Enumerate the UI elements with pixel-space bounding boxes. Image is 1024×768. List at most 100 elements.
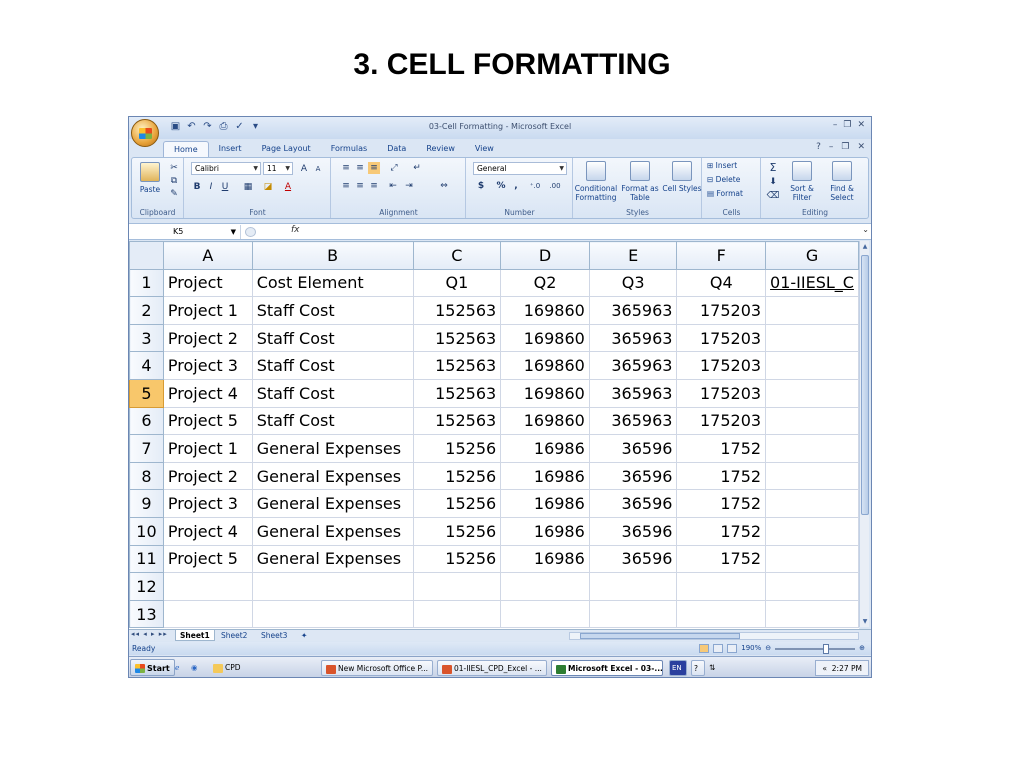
restore-icon[interactable]: ❐ (843, 120, 851, 130)
ie-icon[interactable]: ℯ (175, 660, 189, 676)
column-header[interactable]: C (412, 241, 502, 270)
find-select-icon[interactable] (832, 161, 852, 181)
cell[interactable]: 15256 (412, 544, 502, 574)
decrease-indent-icon[interactable]: ⇤ (386, 180, 400, 192)
cell[interactable]: Project 2 (162, 461, 253, 491)
grow-font-icon[interactable]: A (297, 162, 311, 175)
cell[interactable]: 169860 (500, 323, 590, 353)
cell[interactable]: 36596 (588, 489, 678, 518)
cell[interactable] (765, 406, 859, 436)
cell[interactable]: Staff Cost (251, 351, 414, 380)
merge-center-icon[interactable]: ⇔ (436, 180, 452, 192)
clear-icon[interactable]: ⌫ (766, 190, 780, 202)
cell[interactable]: General Expenses (251, 461, 414, 491)
undo-icon[interactable]: ↶ (185, 120, 198, 133)
cell[interactable] (765, 378, 859, 408)
cell[interactable]: Q3 (588, 268, 678, 298)
bold-button[interactable]: B (191, 180, 203, 193)
cell-styles-icon[interactable] (672, 161, 692, 181)
percent-button[interactable]: % (495, 180, 507, 192)
cell[interactable]: Project 5 (162, 406, 253, 436)
row-header[interactable]: 3 (129, 323, 164, 353)
zoom-level[interactable]: 190% (741, 642, 761, 655)
column-header[interactable]: B (251, 241, 414, 270)
increase-decimal-icon[interactable]: ⁺.0 (527, 180, 543, 192)
row-header[interactable]: 1 (129, 268, 164, 298)
zoom-in-icon[interactable]: ⊕ (859, 642, 865, 655)
cell[interactable]: 169860 (500, 406, 590, 436)
cell[interactable]: 152563 (412, 296, 502, 325)
cell[interactable]: 175203 (676, 296, 767, 325)
format-as-table-button[interactable]: Format as Table (618, 184, 662, 202)
align-middle-icon[interactable]: ≡ (354, 162, 366, 174)
orientation-icon[interactable]: ⤢ (386, 162, 402, 174)
close-icon[interactable]: ✕ (857, 120, 865, 130)
cell[interactable]: Project (162, 268, 253, 298)
format-as-table-icon[interactable] (630, 161, 650, 181)
cell[interactable] (162, 572, 253, 601)
start-button[interactable]: Start (130, 659, 175, 676)
row-header[interactable]: 12 (129, 572, 164, 601)
cell[interactable]: 1752 (676, 544, 767, 574)
tab-page-layout[interactable]: Page Layout (252, 141, 321, 157)
cell[interactable] (765, 351, 859, 380)
row-header[interactable]: 8 (129, 461, 164, 491)
tray-expand-icon[interactable]: « (822, 664, 827, 673)
cell[interactable] (251, 599, 414, 629)
print-preview-icon[interactable]: ⎙ (217, 120, 230, 133)
cell[interactable]: 365963 (588, 296, 678, 325)
sheet-tab-sheet2[interactable]: Sheet2 (217, 630, 251, 641)
cell[interactable] (588, 572, 678, 601)
paste-icon[interactable] (140, 162, 160, 182)
cell[interactable] (765, 323, 859, 353)
cell[interactable]: 15256 (412, 516, 502, 546)
cell[interactable]: 1752 (676, 461, 767, 491)
borders-icon[interactable]: ▦ (241, 180, 255, 193)
office-button[interactable] (131, 119, 159, 147)
column-header[interactable]: D (500, 241, 590, 270)
column-header[interactable]: F (676, 241, 767, 270)
scroll-up-icon[interactable]: ▲ (860, 243, 870, 250)
horizontal-scrollbar[interactable] (569, 632, 859, 640)
cell[interactable] (676, 599, 767, 629)
cell[interactable]: 15256 (412, 461, 502, 491)
zoom-slider-knob[interactable] (823, 643, 830, 654)
row-header[interactable]: 2 (129, 296, 164, 325)
taskbar-item-powerpoint[interactable]: New Microsoft Office P... (321, 660, 433, 676)
redo-icon[interactable]: ↷ (201, 120, 214, 133)
cell[interactable]: 36596 (588, 434, 678, 463)
cell[interactable] (676, 572, 767, 601)
cell[interactable]: Project 4 (162, 516, 253, 546)
cell[interactable]: 152563 (412, 406, 502, 436)
cut-icon[interactable]: ✂ (168, 162, 180, 174)
cell[interactable]: 1752 (676, 489, 767, 518)
cell[interactable] (765, 296, 859, 325)
cell[interactable] (765, 489, 859, 518)
cell[interactable]: 16986 (500, 544, 590, 574)
font-color-icon[interactable]: A (281, 180, 295, 193)
currency-button[interactable]: $ (475, 180, 487, 192)
vertical-scrollbar[interactable]: ▲ ▼ (859, 241, 869, 627)
cell[interactable]: Staff Cost (251, 323, 414, 353)
insert-cells-button[interactable]: ⊞ Insert (707, 161, 757, 170)
cell[interactable]: 16986 (500, 434, 590, 463)
sort-filter-icon[interactable] (792, 161, 812, 181)
cell[interactable]: 15256 (412, 489, 502, 518)
cell[interactable]: 152563 (412, 378, 502, 408)
taskbar-item-excel-iiesl[interactable]: 01-IIESL_CPD_Excel - ... (437, 660, 547, 676)
align-right-icon[interactable]: ≡ (368, 180, 380, 192)
scroll-down-icon[interactable]: ▼ (860, 618, 870, 625)
font-name-select[interactable]: Calibri ▼ (191, 162, 261, 175)
tab-home[interactable]: Home (163, 141, 209, 157)
cell[interactable]: 365963 (588, 323, 678, 353)
tab-data[interactable]: Data (377, 141, 416, 157)
cell[interactable] (765, 461, 859, 491)
cell[interactable]: General Expenses (251, 434, 414, 463)
comma-button[interactable]: , (511, 180, 521, 192)
tab-review[interactable]: Review (416, 141, 465, 157)
cell[interactable] (162, 599, 253, 629)
insert-function-button[interactable]: fx (291, 225, 300, 235)
cell[interactable] (765, 544, 859, 574)
cell[interactable]: 36596 (588, 461, 678, 491)
paste-button[interactable]: Paste (136, 185, 164, 194)
